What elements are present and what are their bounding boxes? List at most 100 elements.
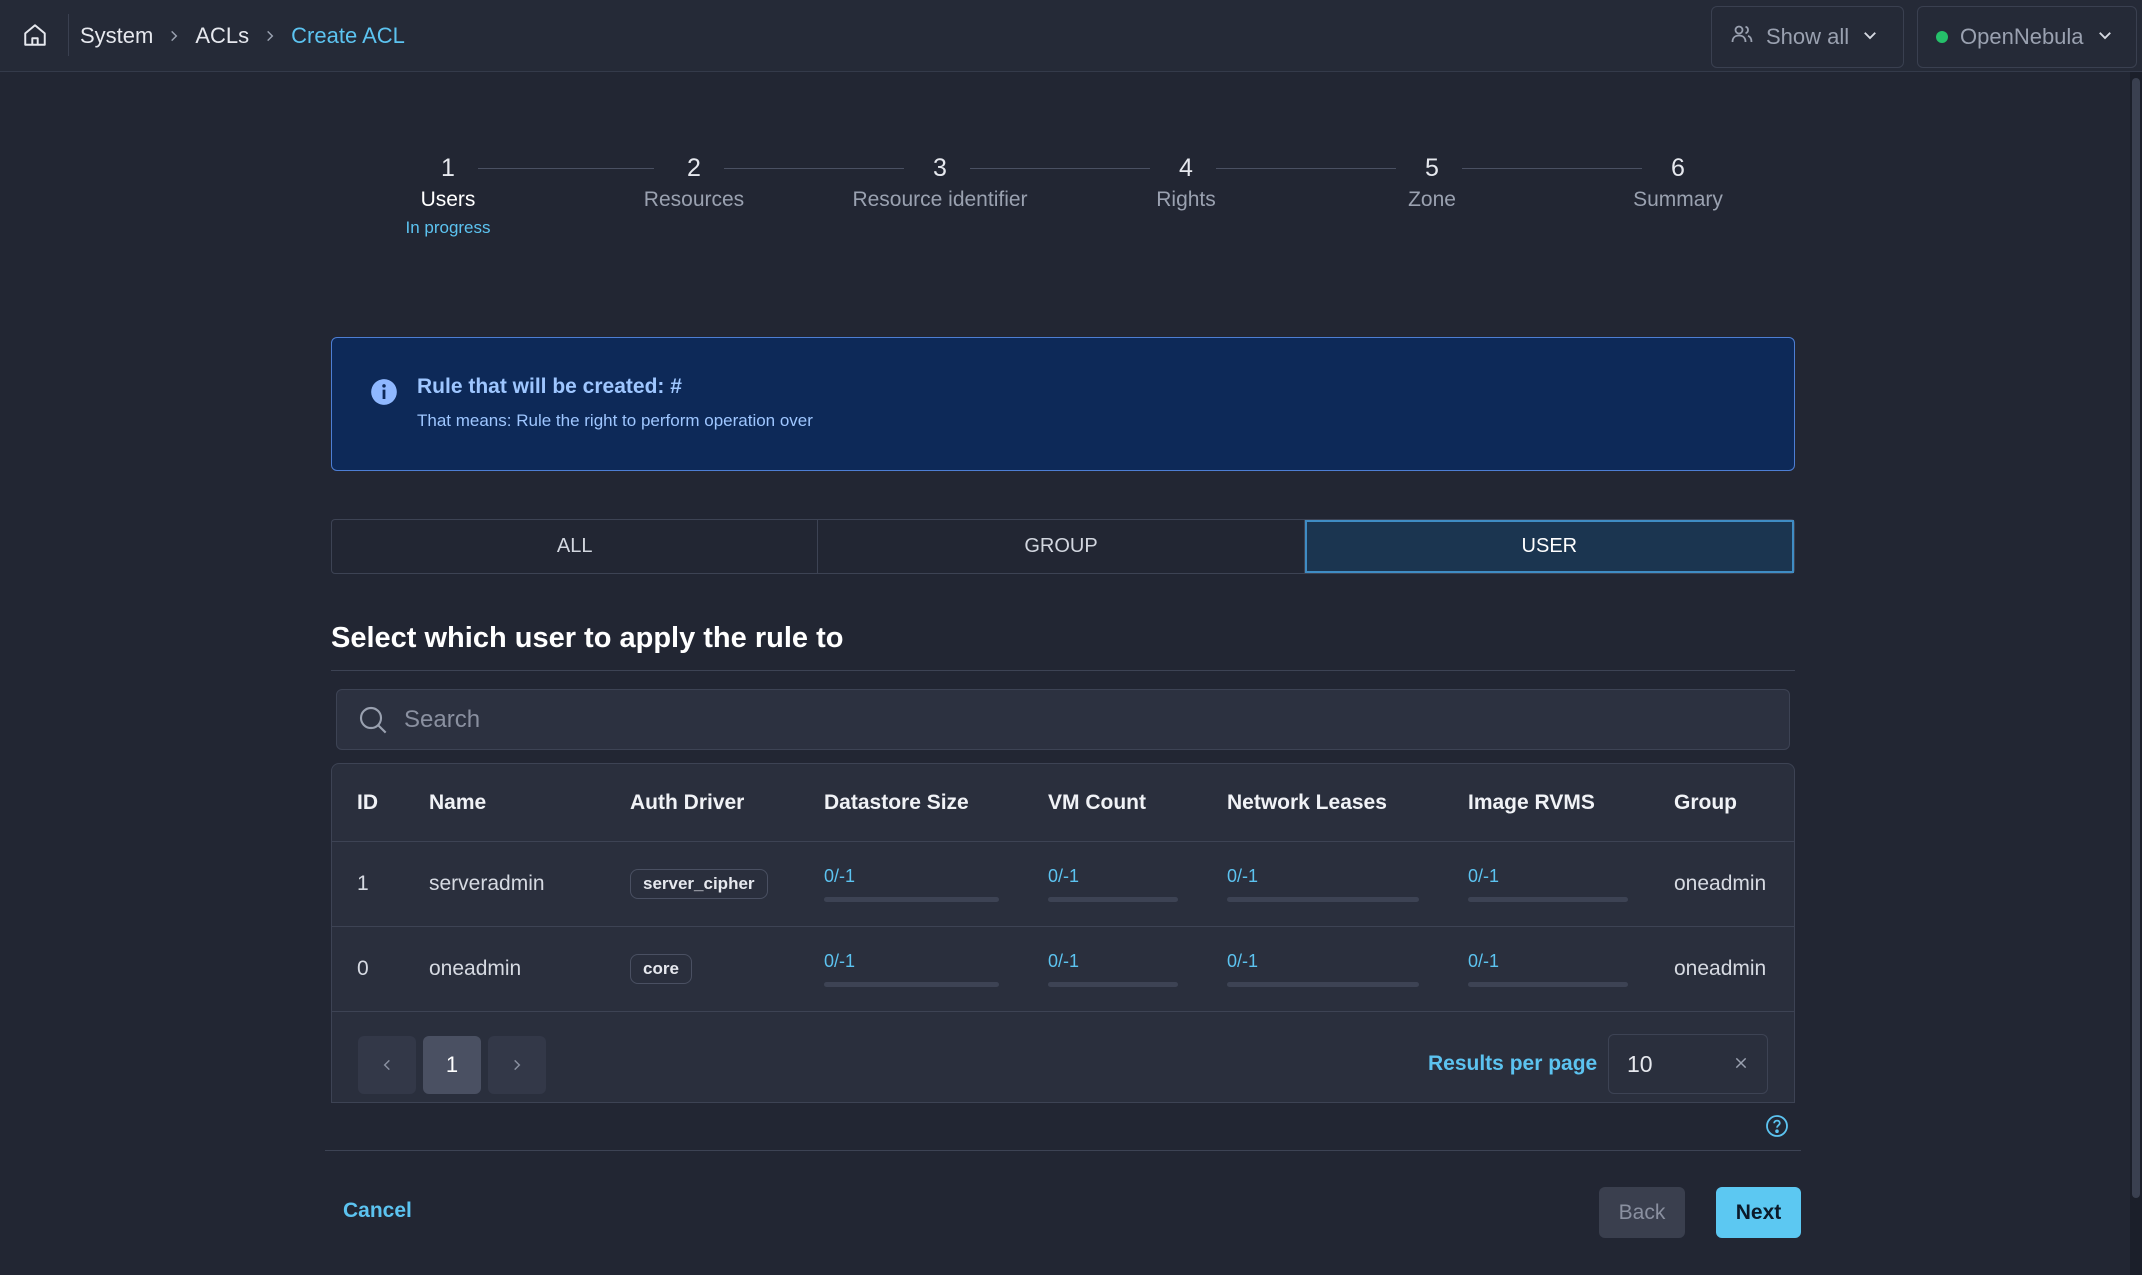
quota-value: 0/-1 (824, 866, 856, 886)
page-button-current[interactable]: 1 (423, 1036, 481, 1094)
breadcrumb-system[interactable]: System (80, 23, 153, 49)
target-type-tabs: ALL GROUP USER (331, 519, 1795, 574)
step-label: Summary (1633, 188, 1723, 211)
column-header-name[interactable]: Name (429, 764, 486, 841)
home-icon[interactable] (18, 18, 52, 52)
column-header-auth-driver[interactable]: Auth Driver (630, 764, 744, 841)
auth-driver-chip: server_cipher (630, 869, 768, 899)
show-all-button[interactable]: Show all (1711, 6, 1904, 68)
step-resource-identifier[interactable]: 3 Resource identifier (830, 150, 1050, 212)
step-number: 4 (1179, 154, 1193, 182)
cell-auth-driver: server_cipher (630, 842, 768, 926)
banner-title: Rule that will be created: # (417, 375, 682, 398)
users-icon (1730, 22, 1754, 52)
next-button[interactable]: Next (1716, 1187, 1801, 1238)
chevron-right-icon (514, 1059, 521, 1071)
chevron-right-icon (263, 29, 277, 43)
next-page-button[interactable] (488, 1036, 546, 1094)
search-box (336, 689, 1790, 750)
table-row[interactable]: 1 serveradmin server_cipher 0/-1 0/-1 0/… (332, 842, 1794, 927)
help-icon[interactable] (1765, 1114, 1789, 1143)
quota-value: 0/-1 (1468, 951, 1500, 971)
quota-progress-bar (1468, 982, 1628, 987)
quota-progress-bar (1227, 897, 1419, 902)
results-per-page-label: Results per page (1428, 1052, 1598, 1075)
step-resources[interactable]: 2 Resources (584, 150, 804, 212)
step-rights[interactable]: 4 Rights (1076, 150, 1296, 212)
breadcrumb-acls[interactable]: ACLs (195, 23, 249, 49)
top-bar: System ACLs Create ACL Show all OpenNebu… (0, 0, 2142, 72)
users-table: ID Name Auth Driver Datastore Size VM Co… (331, 763, 1795, 1103)
step-label: Zone (1408, 188, 1456, 211)
auth-driver-chip: core (630, 954, 692, 984)
divider (331, 670, 1795, 671)
tab-group[interactable]: GROUP (818, 520, 1305, 573)
cell-group: oneadmin (1674, 957, 1767, 980)
cell-name: serveradmin (429, 872, 545, 895)
tab-user[interactable]: USER (1304, 520, 1794, 573)
search-icon (357, 704, 389, 741)
zone-label: OpenNebula (1960, 24, 2084, 49)
results-per-page-value: 10 (1627, 1051, 1653, 1077)
quota-datastore-size: 0/-1 (824, 866, 999, 902)
step-summary[interactable]: 6 Summary (1568, 150, 1788, 212)
quota-vm-count: 0/-1 (1048, 866, 1178, 902)
column-header-group[interactable]: Group (1674, 764, 1737, 841)
quota-image-rvms: 0/-1 (1468, 866, 1628, 902)
step-zone[interactable]: 5 Zone (1322, 150, 1542, 212)
banner-text: That means: Rule the right to perform op… (417, 411, 813, 430)
breadcrumb: System ACLs Create ACL (80, 22, 405, 50)
step-number: 2 (687, 154, 701, 182)
quota-progress-bar (1048, 982, 1178, 987)
back-button[interactable]: Back (1599, 1187, 1685, 1238)
quota-value: 0/-1 (1048, 951, 1080, 971)
table-row[interactable]: 0 oneadmin core 0/-1 0/-1 0/-1 0/-1 onea… (332, 927, 1794, 1012)
column-header-image-rvms[interactable]: Image RVMS (1468, 764, 1595, 841)
previous-page-button[interactable] (358, 1036, 416, 1094)
column-header-vm-count[interactable]: VM Count (1048, 764, 1146, 841)
cell-group: oneadmin (1674, 872, 1767, 895)
chevron-down-icon (1861, 24, 1879, 50)
info-icon (370, 378, 398, 411)
zone-status-dot (1936, 31, 1948, 43)
quota-value: 0/-1 (1048, 866, 1080, 886)
results-per-page-select[interactable]: 10 (1608, 1034, 1768, 1094)
info-banner: Rule that will be created: # That means:… (331, 337, 1795, 471)
step-number: 6 (1671, 154, 1685, 182)
step-number: 1 (441, 154, 455, 182)
search-input[interactable] (404, 698, 1764, 742)
table-header: ID Name Auth Driver Datastore Size VM Co… (332, 764, 1794, 842)
quota-progress-bar (1048, 897, 1178, 902)
cell-id: 1 (357, 872, 369, 895)
section-title: Select which user to apply the rule to (331, 622, 844, 654)
quota-value: 0/-1 (1227, 866, 1259, 886)
step-number: 5 (1425, 154, 1439, 182)
step-label: Rights (1156, 188, 1216, 211)
cell-auth-driver: core (630, 927, 692, 1011)
quota-datastore-size: 0/-1 (824, 951, 999, 987)
cell-name: oneadmin (429, 957, 522, 980)
quota-value: 0/-1 (824, 951, 856, 971)
column-header-id[interactable]: ID (357, 764, 378, 841)
pagination: 1 Results per page 10 (332, 1012, 1794, 1102)
quota-image-rvms: 0/-1 (1468, 951, 1628, 987)
chevron-left-icon (383, 1059, 390, 1071)
step-users[interactable]: 1 Users In progress (338, 150, 558, 238)
column-header-network-leases[interactable]: Network Leases (1227, 764, 1387, 841)
clear-icon[interactable] (1733, 1055, 1749, 1076)
quota-value: 0/-1 (1468, 866, 1500, 886)
chevron-down-icon (2096, 24, 2114, 50)
tab-all[interactable]: ALL (332, 520, 819, 573)
column-header-datastore-size[interactable]: Datastore Size (824, 764, 969, 841)
quota-vm-count: 0/-1 (1048, 951, 1178, 987)
stepper: 1 Users In progress 2 Resources 3 Resour… (330, 150, 1800, 250)
quota-progress-bar (824, 897, 999, 902)
breadcrumb-current: Create ACL (291, 23, 405, 48)
cell-id: 0 (357, 957, 369, 980)
scrollbar-thumb[interactable] (2132, 78, 2140, 1198)
step-label: Resources (643, 188, 745, 211)
divider (325, 1150, 1801, 1151)
show-all-label: Show all (1766, 24, 1850, 49)
zone-selector-button[interactable]: OpenNebula (1917, 6, 2137, 68)
cancel-button[interactable]: Cancel (343, 1199, 412, 1223)
